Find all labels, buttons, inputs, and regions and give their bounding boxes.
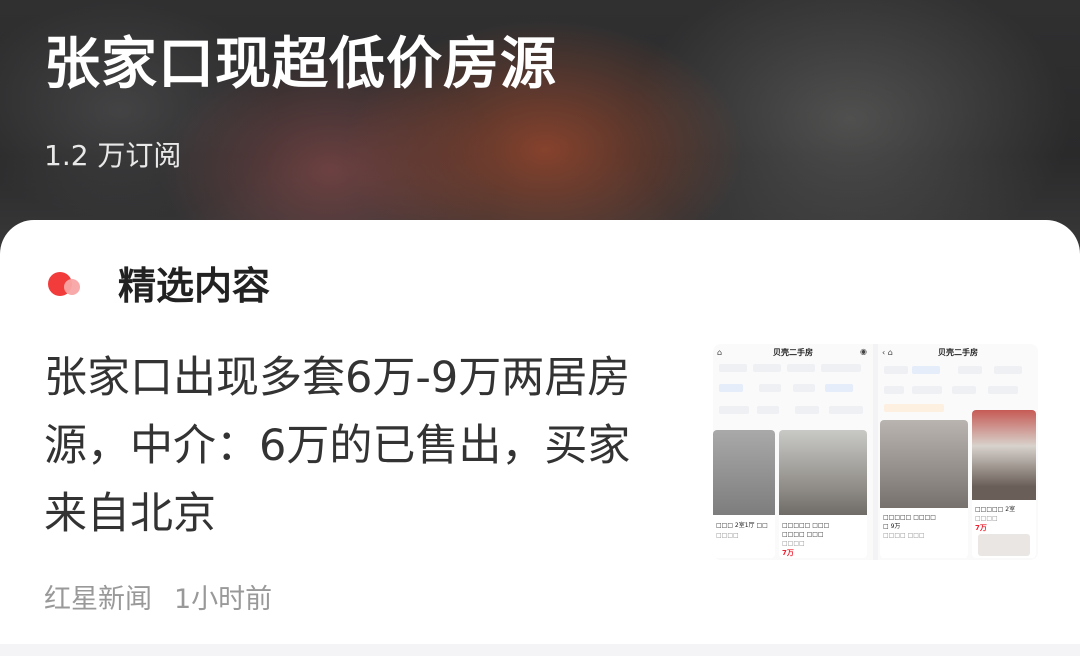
thumbnail-app-title: 贝壳二手房 [773,348,813,357]
thumbnail-app-title-right: 贝壳二手房 [938,348,978,357]
article-time: 1小时前 [174,584,273,615]
featured-content-card: 精选内容 张家口出现多套6万-9万两居房源，中介：6万的已售出，买家来自北京 红… [0,220,1080,656]
record-icon: ◉ [860,347,867,356]
listing-price: 9万 [890,523,901,530]
listing-card: □□□□□ □□□ □□□□ □□□ □□□□ 7万 [779,430,867,558]
listing-card: □□□□□ 2室 □□□□ 7万 [972,410,1036,558]
thumbnail-screen-right: ‹ ⌂ 贝壳二手房 □□□□□ □□□□ □ 9万 □□□□ □□□ □□□□□… [878,344,1038,560]
subscriber-count: 1.2 万订阅 [44,139,182,172]
article-source: 红星新闻 [44,584,152,615]
listing-card: □□□□□ □□□□ □ 9万 □□□□ □□□ [880,420,968,558]
listing-price: 7万 [975,524,987,532]
section-dot-icon [48,272,80,298]
section-title: 精选内容 [118,264,271,308]
topic-title: 张家口现超低价房源 [44,32,557,97]
article-meta: 红星新闻 1小时前 [44,582,272,618]
thumbnail-screen-left: ⌂ 贝壳二手房 ◉ □□□ 2室1厅 □□ □□□□ □□□□□ □□□ □□□… [713,344,873,560]
listing-price: 7万 [782,549,794,557]
article-title-link[interactable]: 张家口出现多套6万-9万两居房源，中介：6万的已售出，买家来自北京 [44,344,664,548]
listing-card: □□□ 2室1厅 □□ □□□□ [713,430,775,558]
article-thumbnail[interactable]: ⌂ 贝壳二手房 ◉ □□□ 2室1厅 □□ □□□□ □□□□□ □□□ □□□… [713,344,1038,560]
bottom-separator [0,644,1080,656]
